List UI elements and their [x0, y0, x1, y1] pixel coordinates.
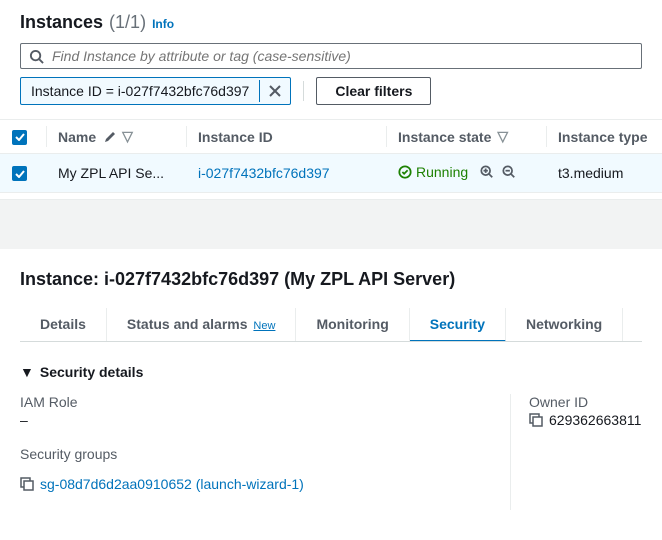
tab-bar: Details Status and alarms New Monitoring…	[20, 308, 642, 342]
security-group-link[interactable]: sg-08d7d6d2aa0910652 (launch-wizard-1)	[40, 476, 304, 492]
page-title: Instances	[20, 12, 103, 33]
zoom-in-icon[interactable]	[480, 165, 494, 179]
detail-title: Instance: i-027f7432bfc76d397 (My ZPL AP…	[20, 269, 642, 290]
filter-chip: Instance ID = i-027f7432bfc76d397	[20, 77, 291, 105]
select-all-checkbox[interactable]	[12, 130, 27, 145]
search-icon	[29, 49, 44, 64]
copy-icon[interactable]	[529, 413, 543, 427]
cell-state: Running	[398, 164, 468, 180]
divider	[303, 81, 304, 101]
cell-name: My ZPL API Se...	[46, 154, 186, 193]
cell-type: t3.medium	[546, 154, 662, 193]
col-name[interactable]: Name	[58, 129, 96, 145]
pencil-icon	[104, 131, 116, 143]
tab-storage[interactable]: Stora	[623, 308, 642, 341]
owner-id-label: Owner ID	[529, 394, 642, 410]
search-box[interactable]	[20, 43, 642, 69]
filter-chip-remove[interactable]	[259, 80, 290, 102]
search-input[interactable]	[52, 48, 633, 64]
security-groups-label: Security groups	[20, 446, 510, 462]
page-header: Instances (1/1) Info	[0, 0, 662, 43]
close-icon	[269, 85, 281, 97]
clear-filters-button[interactable]: Clear filters	[316, 77, 431, 105]
new-badge: New	[253, 320, 275, 332]
tab-security[interactable]: Security	[410, 308, 506, 342]
zoom-out-icon[interactable]	[502, 165, 516, 179]
col-instance-type[interactable]: Instance type	[558, 129, 647, 145]
owner-id-value: 629362663811	[549, 412, 641, 428]
iam-role-label: IAM Role	[20, 394, 510, 410]
col-instance-id[interactable]: Instance ID	[198, 129, 273, 145]
tab-status[interactable]: Status and alarms New	[107, 308, 297, 341]
tab-monitoring[interactable]: Monitoring	[296, 308, 409, 341]
instances-table: Name ▽ Instance ID Instance state ▽ Inst…	[0, 119, 662, 193]
table-row[interactable]: My ZPL API Se... i-027f7432bfc76d397 Run…	[0, 154, 662, 193]
section-gap	[0, 199, 662, 249]
sort-icon[interactable]: ▽	[497, 128, 508, 145]
cell-instance-id[interactable]: i-027f7432bfc76d397	[198, 165, 330, 181]
filter-chip-text: Instance ID = i-027f7432bfc76d397	[21, 78, 259, 104]
check-circle-icon	[398, 165, 412, 179]
instance-count: (1/1)	[109, 12, 146, 33]
tab-networking[interactable]: Networking	[506, 308, 623, 341]
sort-icon[interactable]: ▽	[122, 128, 133, 145]
copy-icon[interactable]	[20, 477, 34, 491]
tab-details[interactable]: Details	[20, 308, 107, 341]
col-instance-state[interactable]: Instance state	[398, 129, 491, 145]
caret-down-icon: ▼	[20, 364, 34, 380]
row-checkbox[interactable]	[12, 166, 27, 181]
info-link[interactable]: Info	[152, 17, 174, 31]
security-details-heading[interactable]: ▼ Security details	[20, 364, 642, 380]
iam-role-value: –	[20, 412, 510, 428]
